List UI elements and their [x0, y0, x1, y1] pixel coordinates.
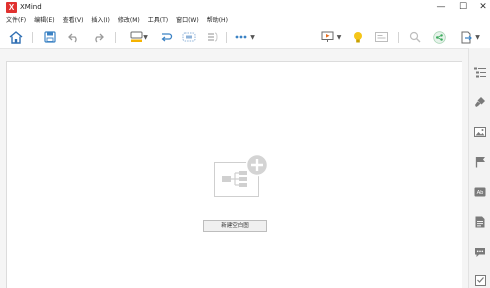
- title-bar: X XMind — ☐ ✕: [0, 0, 490, 15]
- outline-view-icon[interactable]: [372, 29, 390, 45]
- menu-view[interactable]: 查看(V): [63, 15, 84, 26]
- menu-bar: 文件(F) 编辑(E) 查看(V) 插入(I) 修改(M) 工具(T) 窗口(W…: [0, 15, 490, 26]
- toolbar-separator: [115, 32, 116, 43]
- toolbar-separator: [32, 32, 33, 43]
- comment-icon[interactable]: [474, 246, 486, 258]
- chevron-down-icon: ▼: [336, 33, 342, 41]
- new-map-placeholder-icon[interactable]: [214, 153, 270, 198]
- toolbar-separator: [226, 32, 227, 43]
- close-button[interactable]: ✕: [472, 0, 490, 15]
- presentation-icon[interactable]: ▼: [318, 29, 344, 45]
- menu-file[interactable]: 文件(F): [6, 15, 26, 26]
- menu-edit[interactable]: 编辑(E): [34, 15, 54, 26]
- toolbar-separator: [398, 32, 399, 43]
- minimize-button[interactable]: —: [430, 0, 452, 15]
- chevron-down-icon: ▼: [475, 33, 480, 41]
- more-icon[interactable]: ▼: [232, 29, 258, 45]
- window-title: XMind: [20, 3, 42, 11]
- redo-icon[interactable]: [90, 29, 106, 45]
- chevron-down-icon: ▼: [250, 33, 255, 41]
- label-icon[interactable]: Ab: [474, 186, 486, 198]
- boundary-icon[interactable]: [181, 29, 197, 45]
- home-icon[interactable]: [8, 29, 24, 45]
- canvas-top-gutter: [0, 48, 490, 61]
- summary-icon[interactable]: [205, 29, 221, 45]
- label-icon-text: Ab: [477, 190, 484, 196]
- save-icon[interactable]: [42, 29, 58, 45]
- marker-flag-icon[interactable]: [474, 156, 486, 168]
- right-side-panel: Ab: [468, 48, 490, 288]
- image-icon[interactable]: [474, 126, 486, 138]
- new-blank-map-button[interactable]: 新建空白图: [203, 220, 267, 232]
- share-icon[interactable]: [430, 29, 448, 45]
- notes-icon[interactable]: [474, 216, 486, 228]
- format-brush-icon[interactable]: [474, 96, 486, 108]
- topic-style-icon[interactable]: ▼: [126, 29, 152, 45]
- menu-help[interactable]: 帮助(H): [207, 15, 228, 26]
- menu-insert[interactable]: 插入(I): [91, 15, 109, 26]
- xmind-logo-icon: X: [6, 2, 17, 13]
- menu-tools[interactable]: 工具(T): [148, 15, 168, 26]
- export-icon[interactable]: ▼: [456, 29, 484, 45]
- relationship-icon[interactable]: [158, 29, 174, 45]
- maximize-button[interactable]: ☐: [452, 0, 474, 15]
- undo-icon[interactable]: [66, 29, 82, 45]
- toolbar: ▼ ▼ ▼ ▼: [0, 26, 490, 48]
- idea-icon[interactable]: [350, 29, 366, 45]
- menu-window[interactable]: 窗口(W): [176, 15, 199, 26]
- task-icon[interactable]: [474, 274, 486, 286]
- search-icon[interactable]: [406, 29, 424, 45]
- outliner-icon[interactable]: [474, 66, 486, 78]
- menu-modify[interactable]: 修改(M): [118, 15, 140, 26]
- chevron-down-icon: ▼: [143, 33, 148, 41]
